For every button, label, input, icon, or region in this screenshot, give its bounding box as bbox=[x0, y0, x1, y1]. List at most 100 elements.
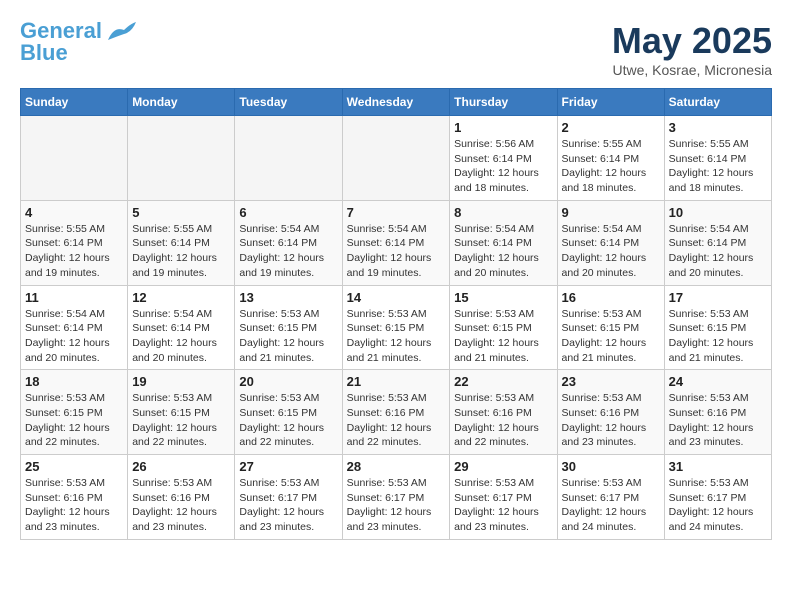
calendar-cell: 5 Sunrise: 5:55 AM Sunset: 6:14 PM Daylig… bbox=[128, 200, 235, 285]
day-info: Sunrise: 5:53 AM Sunset: 6:17 PM Dayligh… bbox=[562, 476, 660, 535]
day-info: Sunrise: 5:54 AM Sunset: 6:14 PM Dayligh… bbox=[669, 222, 767, 281]
location: Utwe, Kosrae, Micronesia bbox=[612, 62, 772, 78]
day-info: Sunrise: 5:54 AM Sunset: 6:14 PM Dayligh… bbox=[347, 222, 446, 281]
day-number: 12 bbox=[132, 290, 230, 305]
logo: General Blue bbox=[20, 20, 136, 64]
day-number: 3 bbox=[669, 120, 767, 135]
calendar-cell: 29Sunrise: 5:53 AM Sunset: 6:17 PM Dayli… bbox=[450, 455, 557, 540]
day-info: Sunrise: 5:53 AM Sunset: 6:15 PM Dayligh… bbox=[132, 391, 230, 450]
day-number: 8 bbox=[454, 205, 552, 220]
calendar-cell: 31Sunrise: 5:53 AM Sunset: 6:17 PM Dayli… bbox=[664, 455, 771, 540]
weekday-header-friday: Friday bbox=[557, 89, 664, 116]
calendar-cell: 25Sunrise: 5:53 AM Sunset: 6:16 PM Dayli… bbox=[21, 455, 128, 540]
calendar-cell: 24 Sunrise: 5:53 AM Sunset: 6:16 PM Dayli… bbox=[664, 370, 771, 455]
calendar-cell: 27Sunrise: 5:53 AM Sunset: 6:17 PM Dayli… bbox=[235, 455, 342, 540]
day-info: Sunrise: 5:53 AM Sunset: 6:17 PM Dayligh… bbox=[669, 476, 767, 535]
calendar-table: SundayMondayTuesdayWednesdayThursdayFrid… bbox=[20, 88, 772, 540]
calendar-cell: 4Sunrise: 5:55 AM Sunset: 6:14 PM Daylig… bbox=[21, 200, 128, 285]
day-number: 18 bbox=[25, 374, 123, 389]
day-number: 15 bbox=[454, 290, 552, 305]
day-info: Sunrise: 5:54 AM Sunset: 6:14 PM Dayligh… bbox=[132, 307, 230, 366]
day-info: Sunrise: 5:55 AM Sunset: 6:14 PM Dayligh… bbox=[132, 222, 230, 281]
day-info: Sunrise: 5:53 AM Sunset: 6:16 PM Dayligh… bbox=[669, 391, 767, 450]
day-info: Sunrise: 5:53 AM Sunset: 6:15 PM Dayligh… bbox=[239, 307, 337, 366]
day-info: Sunrise: 5:54 AM Sunset: 6:14 PM Dayligh… bbox=[239, 222, 337, 281]
calendar-cell: 10 Sunrise: 5:54 AM Sunset: 6:14 PM Dayli… bbox=[664, 200, 771, 285]
weekday-header-monday: Monday bbox=[128, 89, 235, 116]
calendar-cell: 22 Sunrise: 5:53 AM Sunset: 6:16 PM Dayli… bbox=[450, 370, 557, 455]
day-number: 4 bbox=[25, 205, 123, 220]
day-number: 1 bbox=[454, 120, 552, 135]
weekday-header-wednesday: Wednesday bbox=[342, 89, 450, 116]
logo-text: General Blue bbox=[20, 20, 102, 64]
day-number: 14 bbox=[347, 290, 446, 305]
day-number: 2 bbox=[562, 120, 660, 135]
page-header: General Blue May 2025 Utwe, Kosrae, Micr… bbox=[20, 20, 772, 78]
day-info: Sunrise: 5:53 AM Sunset: 6:15 PM Dayligh… bbox=[239, 391, 337, 450]
month-title: May 2025 bbox=[612, 20, 772, 62]
day-info: Sunrise: 5:54 AM Sunset: 6:14 PM Dayligh… bbox=[454, 222, 552, 281]
calendar-cell: 11 Sunrise: 5:54 AM Sunset: 6:14 PM Dayli… bbox=[21, 285, 128, 370]
calendar-cell: 14 Sunrise: 5:53 AM Sunset: 6:15 PM Dayli… bbox=[342, 285, 450, 370]
calendar-cell: 28 Sunrise: 5:53 AM Sunset: 6:17 PM Dayli… bbox=[342, 455, 450, 540]
day-number: 19 bbox=[132, 374, 230, 389]
day-number: 7 bbox=[347, 205, 446, 220]
calendar-week-row: 25Sunrise: 5:53 AM Sunset: 6:16 PM Dayli… bbox=[21, 455, 772, 540]
calendar-cell: 13 Sunrise: 5:53 AM Sunset: 6:15 PM Dayli… bbox=[235, 285, 342, 370]
logo-bird-icon bbox=[104, 22, 136, 44]
day-number: 11 bbox=[25, 290, 123, 305]
calendar-cell: 8 Sunrise: 5:54 AM Sunset: 6:14 PM Daylig… bbox=[450, 200, 557, 285]
weekday-header-saturday: Saturday bbox=[664, 89, 771, 116]
day-info: Sunrise: 5:53 AM Sunset: 6:16 PM Dayligh… bbox=[347, 391, 446, 450]
calendar-cell: 20 Sunrise: 5:53 AM Sunset: 6:15 PM Dayli… bbox=[235, 370, 342, 455]
day-number: 24 bbox=[669, 374, 767, 389]
day-info: Sunrise: 5:53 AM Sunset: 6:17 PM Dayligh… bbox=[347, 476, 446, 535]
calendar-cell: 26 Sunrise: 5:53 AM Sunset: 6:16 PM Dayli… bbox=[128, 455, 235, 540]
calendar-cell: 18Sunrise: 5:53 AM Sunset: 6:15 PM Dayli… bbox=[21, 370, 128, 455]
day-info: Sunrise: 5:54 AM Sunset: 6:14 PM Dayligh… bbox=[562, 222, 660, 281]
day-info: Sunrise: 5:53 AM Sunset: 6:15 PM Dayligh… bbox=[347, 307, 446, 366]
day-number: 22 bbox=[454, 374, 552, 389]
title-block: May 2025 Utwe, Kosrae, Micronesia bbox=[612, 20, 772, 78]
weekday-header-thursday: Thursday bbox=[450, 89, 557, 116]
weekday-header-tuesday: Tuesday bbox=[235, 89, 342, 116]
day-info: Sunrise: 5:53 AM Sunset: 6:15 PM Dayligh… bbox=[454, 307, 552, 366]
day-info: Sunrise: 5:53 AM Sunset: 6:16 PM Dayligh… bbox=[454, 391, 552, 450]
day-number: 5 bbox=[132, 205, 230, 220]
calendar-week-row: 11 Sunrise: 5:54 AM Sunset: 6:14 PM Dayli… bbox=[21, 285, 772, 370]
day-number: 9 bbox=[562, 205, 660, 220]
calendar-cell: 17Sunrise: 5:53 AM Sunset: 6:15 PM Dayli… bbox=[664, 285, 771, 370]
day-number: 20 bbox=[239, 374, 337, 389]
calendar-cell: 19 Sunrise: 5:53 AM Sunset: 6:15 PM Dayli… bbox=[128, 370, 235, 455]
calendar-cell: 16Sunrise: 5:53 AM Sunset: 6:15 PM Dayli… bbox=[557, 285, 664, 370]
calendar-cell: 30Sunrise: 5:53 AM Sunset: 6:17 PM Dayli… bbox=[557, 455, 664, 540]
calendar-cell bbox=[128, 116, 235, 201]
calendar-cell: 12 Sunrise: 5:54 AM Sunset: 6:14 PM Dayli… bbox=[128, 285, 235, 370]
day-info: Sunrise: 5:53 AM Sunset: 6:17 PM Dayligh… bbox=[239, 476, 337, 535]
day-info: Sunrise: 5:55 AM Sunset: 6:14 PM Dayligh… bbox=[669, 137, 767, 196]
day-number: 26 bbox=[132, 459, 230, 474]
day-number: 28 bbox=[347, 459, 446, 474]
weekday-header-sunday: Sunday bbox=[21, 89, 128, 116]
day-info: Sunrise: 5:53 AM Sunset: 6:16 PM Dayligh… bbox=[25, 476, 123, 535]
calendar-week-row: 1Sunrise: 5:56 AM Sunset: 6:14 PM Daylig… bbox=[21, 116, 772, 201]
calendar-week-row: 4 Sunrise: 5:55 AM Sunset: 6:14 PM Daylig… bbox=[21, 200, 772, 285]
day-info: Sunrise: 5:55 AM Sunset: 6:14 PM Dayligh… bbox=[562, 137, 660, 196]
calendar-cell: 15 Sunrise: 5:53 AM Sunset: 6:15 PM Dayli… bbox=[450, 285, 557, 370]
calendar-week-row: 18 Sunrise: 5:53 AM Sunset: 6:15 PM Dayli… bbox=[21, 370, 772, 455]
day-info: Sunrise: 5:53 AM Sunset: 6:17 PM Dayligh… bbox=[454, 476, 552, 535]
calendar-cell: 7 Sunrise: 5:54 AM Sunset: 6:14 PM Daylig… bbox=[342, 200, 450, 285]
day-info: Sunrise: 5:53 AM Sunset: 6:16 PM Dayligh… bbox=[562, 391, 660, 450]
calendar-cell: 1Sunrise: 5:56 AM Sunset: 6:14 PM Daylig… bbox=[450, 116, 557, 201]
day-number: 10 bbox=[669, 205, 767, 220]
weekday-header-row: SundayMondayTuesdayWednesdayThursdayFrid… bbox=[21, 89, 772, 116]
calendar-cell bbox=[21, 116, 128, 201]
day-number: 13 bbox=[239, 290, 337, 305]
calendar-cell: 21Sunrise: 5:53 AM Sunset: 6:16 PM Dayli… bbox=[342, 370, 450, 455]
calendar-cell: 23Sunrise: 5:53 AM Sunset: 6:16 PM Dayli… bbox=[557, 370, 664, 455]
calendar-cell: 9 Sunrise: 5:54 AM Sunset: 6:14 PM Daylig… bbox=[557, 200, 664, 285]
day-info: Sunrise: 5:54 AM Sunset: 6:14 PM Dayligh… bbox=[25, 307, 123, 366]
day-number: 6 bbox=[239, 205, 337, 220]
day-info: Sunrise: 5:53 AM Sunset: 6:16 PM Dayligh… bbox=[132, 476, 230, 535]
calendar-cell: 6 Sunrise: 5:54 AM Sunset: 6:14 PM Daylig… bbox=[235, 200, 342, 285]
